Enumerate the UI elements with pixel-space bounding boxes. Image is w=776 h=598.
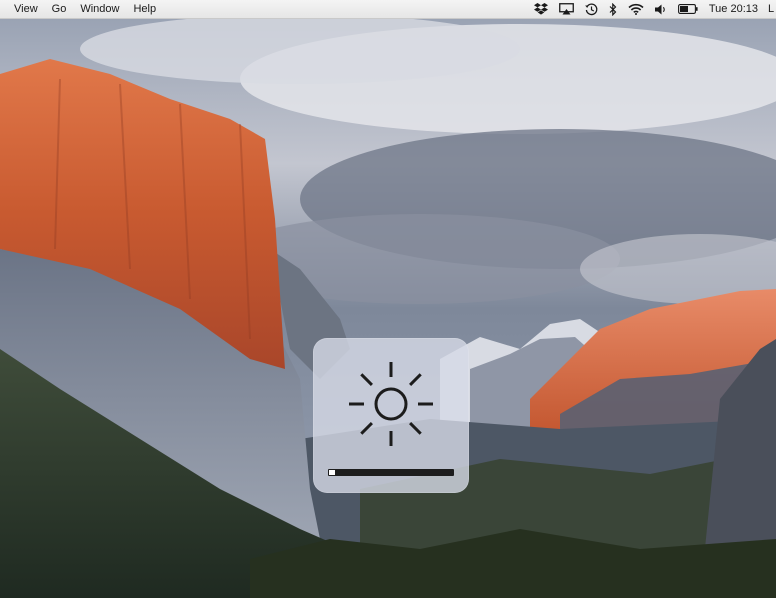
menu-bar: View Go Window Help Tue 20:13 L xyxy=(0,0,776,19)
menu-clock[interactable]: Tue 20:13 xyxy=(709,3,758,15)
menu-window[interactable]: Window xyxy=(80,0,119,19)
sun-icon xyxy=(349,362,433,446)
volume-icon[interactable] xyxy=(654,0,667,19)
user-menu[interactable]: L xyxy=(768,3,776,15)
dropbox-icon[interactable] xyxy=(533,0,548,19)
airplay-icon[interactable] xyxy=(558,0,574,19)
app-menus: View Go Window Help xyxy=(0,0,170,18)
brightness-level-fill xyxy=(329,470,335,475)
wifi-icon[interactable] xyxy=(628,0,644,19)
battery-icon[interactable] xyxy=(677,0,698,19)
menu-view[interactable]: View xyxy=(14,0,38,19)
status-area: Tue 20:13 L xyxy=(533,0,776,19)
desktop-wallpaper xyxy=(0,19,776,598)
brightness-level-bar xyxy=(328,469,454,476)
menu-help[interactable]: Help xyxy=(133,0,156,19)
bluetooth-icon[interactable] xyxy=(609,0,617,19)
wallpaper-image xyxy=(0,19,776,598)
menu-go[interactable]: Go xyxy=(52,0,67,19)
brightness-hud xyxy=(313,338,469,493)
time-machine-icon[interactable] xyxy=(585,0,598,19)
